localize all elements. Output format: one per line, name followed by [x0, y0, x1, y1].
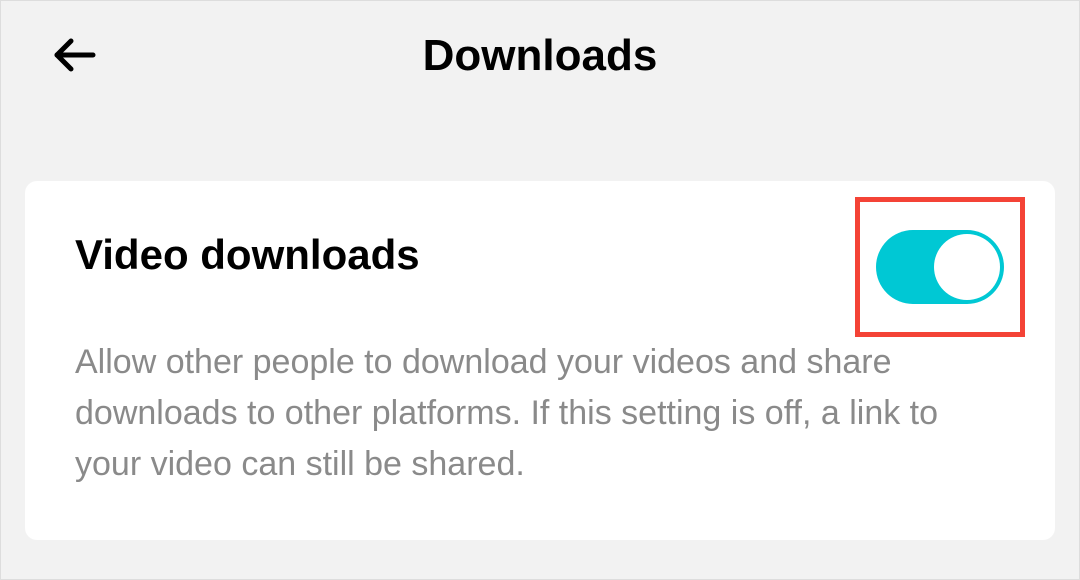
header: Downloads: [1, 1, 1079, 121]
toggle-knob: [934, 234, 1000, 300]
video-downloads-setting: Video downloads: [75, 231, 1005, 337]
setting-text-group: Video downloads: [75, 231, 420, 309]
toggle-highlight-box: [855, 197, 1025, 337]
arrow-left-icon: [51, 31, 99, 79]
setting-title: Video downloads: [75, 231, 420, 279]
back-button[interactable]: [51, 31, 99, 79]
settings-card: Video downloads Allow other people to do…: [25, 181, 1055, 540]
setting-description: Allow other people to download your vide…: [75, 337, 995, 490]
page-title: Downloads: [51, 31, 1029, 81]
video-downloads-toggle[interactable]: [876, 230, 1004, 304]
